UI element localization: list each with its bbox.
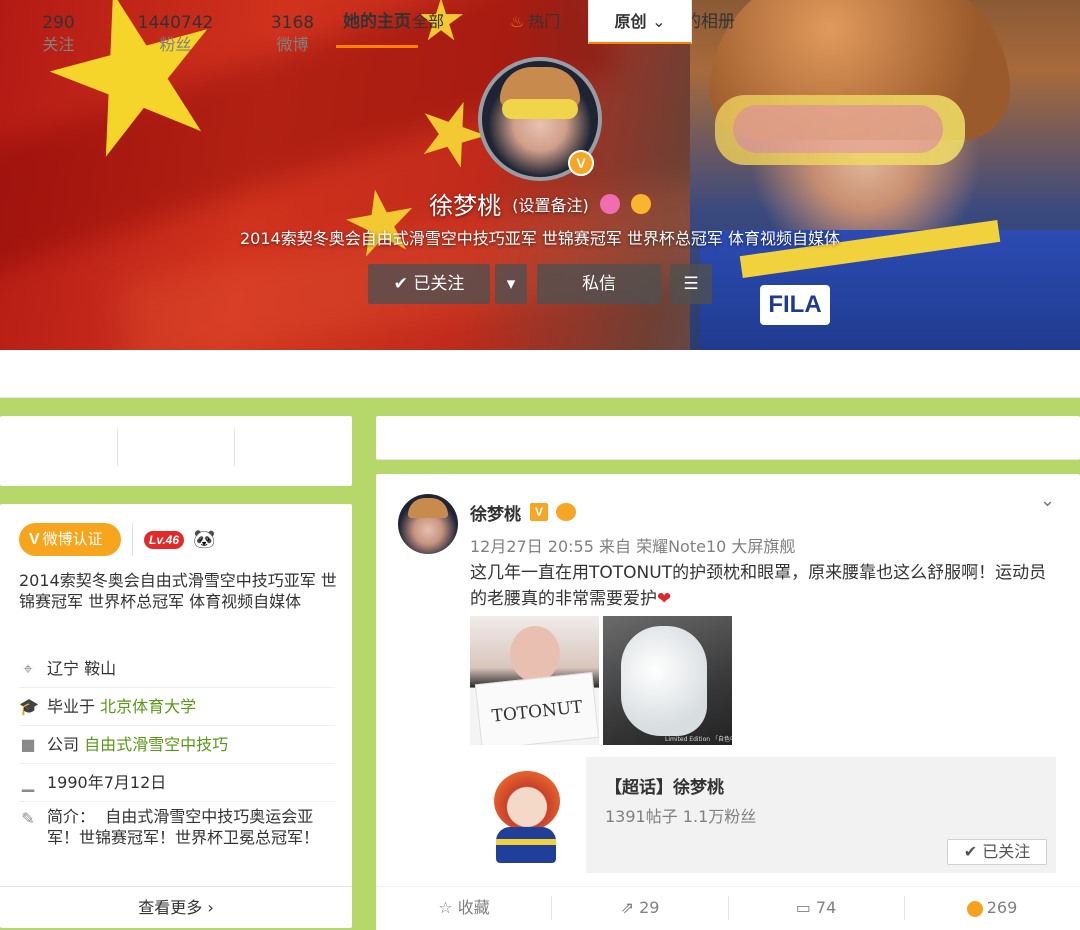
share-icon: ⇗ bbox=[620, 898, 640, 917]
location-icon: ⌖ bbox=[23, 659, 33, 678]
briefcase-icon: ■ bbox=[20, 735, 36, 754]
follow-button[interactable]: ✔ 已关注 bbox=[368, 264, 490, 304]
follow-dropdown-button[interactable]: ▾ bbox=[495, 264, 527, 304]
profile-name: 徐梦桃 bbox=[429, 192, 502, 220]
company-link[interactable]: 自由式滑雪空中技巧 bbox=[84, 735, 228, 754]
verified-badge-icon: V bbox=[568, 150, 594, 176]
filter-original[interactable]: 原创 ⌄ bbox=[588, 0, 692, 44]
athlete-goggles bbox=[715, 95, 965, 165]
brand-logo: FILA bbox=[760, 285, 830, 325]
info-company: ■ 公司 自由式滑雪空中技巧 bbox=[19, 726, 335, 764]
stat-following[interactable]: 290 关注 bbox=[0, 12, 117, 56]
flame-icon: ♨ bbox=[509, 12, 525, 31]
menu-icon: ☰ bbox=[683, 274, 699, 294]
flag-star-icon bbox=[423, 102, 486, 168]
school-link[interactable]: 北京体育大学 bbox=[100, 697, 196, 716]
comment-button[interactable]: ▭ 74 bbox=[728, 886, 904, 930]
profile-description: 2014索契冬奥会自由式滑雪空中技巧亚军 世锦赛冠军 世界杯总冠军 体育视频自媒… bbox=[240, 229, 840, 248]
super-topic-image bbox=[470, 757, 586, 873]
info-school: 🎓 毕业于 北京体育大学 bbox=[19, 688, 335, 726]
more-menu-button[interactable]: ☰ bbox=[670, 264, 712, 304]
super-topic-stats: 1391帖子 1.1万粉丝 bbox=[605, 807, 757, 826]
graduation-icon: 🎓 bbox=[19, 697, 39, 716]
filter-all[interactable]: 全部 bbox=[376, 0, 480, 44]
chevron-right-icon: › bbox=[207, 898, 214, 917]
like-icon bbox=[966, 900, 983, 917]
set-remark-link[interactable]: (设置备注) bbox=[512, 196, 589, 215]
view-more-button[interactable]: 查看更多 › bbox=[0, 886, 352, 928]
info-birthday: ▁ 1990年7月12日 bbox=[19, 764, 335, 802]
profile-tabs bbox=[0, 350, 1080, 398]
divider bbox=[234, 428, 235, 466]
post-image-2[interactable]: Limited Edition 「自色中世限省脱定家」 bbox=[603, 616, 732, 745]
heart-icon: ❤ bbox=[657, 589, 672, 609]
info-bio: 2014索契冬奥会自由式滑雪空中技巧亚军 世锦赛冠军 世界杯总冠军 体育视频自媒… bbox=[19, 571, 337, 611]
super-topic-title[interactable]: 【超话】徐梦桃 bbox=[605, 773, 724, 798]
super-topic-follow-button[interactable]: ✔ 已关注 bbox=[947, 839, 1047, 865]
info-location: ⌖ 辽宁 鞍山 bbox=[19, 650, 335, 688]
divider bbox=[132, 523, 133, 556]
stat-posts[interactable]: 3168 微博 bbox=[234, 12, 351, 56]
member-crown-icon bbox=[630, 193, 651, 214]
like-button[interactable]: 269 bbox=[904, 886, 1080, 930]
chevron-down-icon[interactable]: ⌄ bbox=[1040, 490, 1055, 511]
feed-filter-bar bbox=[376, 416, 1080, 460]
post-avatar[interactable] bbox=[398, 494, 458, 554]
stat-followers[interactable]: 1440742 粉丝 bbox=[117, 12, 234, 56]
comment-icon: ▭ bbox=[795, 898, 816, 917]
stats-card bbox=[0, 416, 352, 486]
panda-icon: 🐼 bbox=[193, 529, 216, 550]
post-meta: 12月27日 20:55 来自 荣耀Note10 大屏旗舰 bbox=[470, 537, 796, 556]
post-text: 这几年一直在用TOTONUT的护颈枕和眼罩，原来腰靠也这么舒服啊！运动员的老腰真… bbox=[470, 563, 1047, 609]
level-badge[interactable]: Lv.46 bbox=[144, 531, 184, 549]
member-crown-icon bbox=[556, 503, 576, 521]
info-intro: ✎ 简介： 自由式滑雪空中技巧奥运会亚军！世锦赛冠军！世界杯卫冕总冠军！ bbox=[19, 806, 335, 876]
filter-hot[interactable]: ♨ 热门 bbox=[490, 0, 580, 44]
edit-icon: ✎ bbox=[21, 809, 35, 828]
star-icon: ☆ bbox=[438, 898, 458, 917]
chevron-down-icon: ⌄ bbox=[652, 12, 666, 31]
totonut-sign: TOTONUT bbox=[474, 672, 599, 745]
chevron-down-icon: ▾ bbox=[506, 274, 516, 294]
post-image-1[interactable]: TOTONUT bbox=[470, 616, 599, 745]
post-author[interactable]: 徐梦桃 bbox=[470, 500, 521, 525]
favorite-button[interactable]: ☆ 收藏 bbox=[376, 886, 552, 930]
check-icon: ✔ bbox=[963, 842, 983, 861]
check-icon: ✔ bbox=[393, 274, 414, 294]
profile-name-row: 徐梦桃 (设置备注) bbox=[0, 186, 1080, 221]
verified-pill[interactable]: V 微博认证 bbox=[19, 523, 121, 556]
divider bbox=[117, 428, 118, 466]
share-button[interactable]: ⇗ 29 bbox=[552, 886, 728, 930]
cake-icon: ▁ bbox=[21, 773, 35, 792]
message-button[interactable]: 私信 bbox=[537, 264, 661, 304]
verified-badge-icon: V bbox=[530, 503, 548, 521]
female-icon bbox=[599, 193, 620, 214]
